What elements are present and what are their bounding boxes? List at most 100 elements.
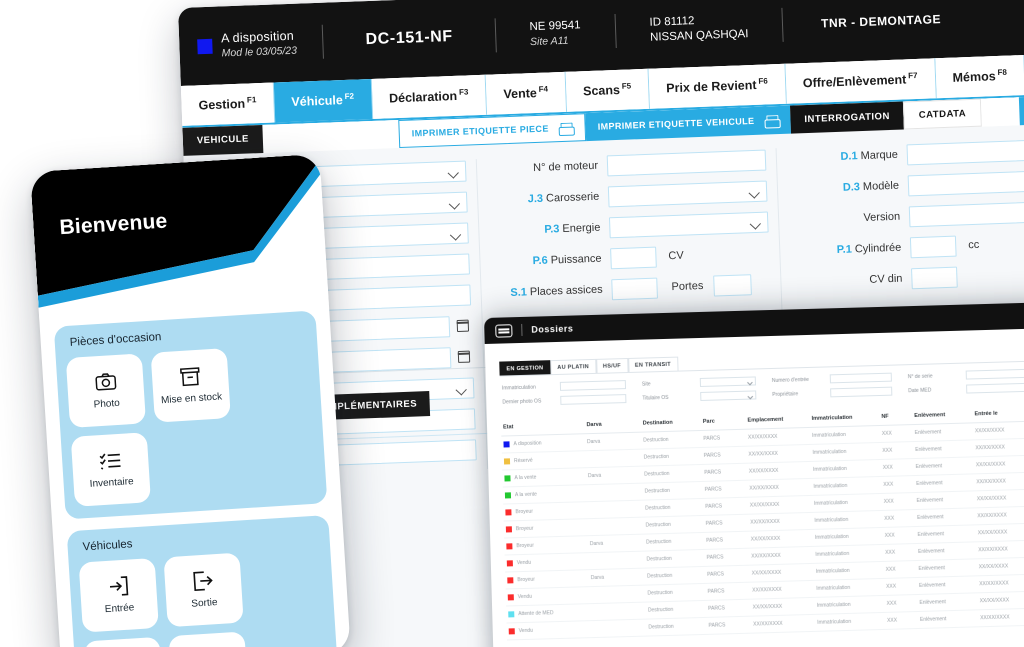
tab-gestion[interactable]: GestionF1 — [180, 82, 276, 127]
tab-scans[interactable]: ScansF5 — [565, 68, 650, 112]
field-input[interactable] — [606, 149, 767, 177]
column-header[interactable]: NF — [881, 413, 914, 420]
filter-label: Date MED — [908, 387, 932, 394]
field-label: Version — [789, 211, 909, 227]
status-color-swatch — [506, 543, 513, 550]
status-label: A disposition — [513, 440, 542, 448]
section-tab-vehicule[interactable]: VEHICULE — [182, 125, 264, 157]
table-cell: XX/XX/XXXX — [976, 495, 1007, 503]
tab-vente[interactable]: VenteF4 — [485, 71, 567, 115]
filter-input[interactable] — [700, 390, 757, 401]
mobile-action-photo[interactable]: Photo — [65, 353, 147, 428]
status-color-swatch — [508, 628, 515, 635]
table-cell: Darva — [590, 574, 605, 582]
table-cell: Immatriculation — [817, 618, 852, 626]
tab-v-hicule[interactable]: VéhiculeF2 — [273, 78, 373, 123]
field-input[interactable] — [611, 277, 658, 300]
field-input[interactable] — [906, 138, 1024, 166]
column-header[interactable]: Destination — [643, 419, 703, 427]
tab-d-claration[interactable]: DéclarationF3 — [371, 74, 488, 120]
status-label: Broyeur — [515, 525, 534, 533]
interrogation-button[interactable]: INTERROGATION — [789, 101, 905, 134]
filter-input[interactable] — [560, 394, 627, 405]
catdata-button[interactable]: CATDATA — [903, 98, 982, 130]
column-header[interactable]: Darva — [586, 421, 642, 428]
field-input[interactable] — [316, 222, 469, 249]
mobile-action-vo[interactable]: VO — [83, 636, 164, 647]
column-header[interactable]: Parc — [703, 418, 748, 425]
mobile-action-inventaire[interactable]: Inventaire — [70, 432, 151, 507]
column-header[interactable]: Enlèvement — [914, 411, 974, 419]
filter-input[interactable] — [699, 376, 756, 387]
field-input[interactable] — [324, 439, 477, 466]
table-cell: XX/XX/XXXX — [977, 529, 1008, 537]
filter-group: Titulaire OS — [642, 390, 757, 402]
column-header[interactable]: Emplacement — [747, 416, 811, 424]
field-input[interactable] — [317, 253, 470, 280]
status-modified: Mod le 03/05/23 — [221, 44, 298, 60]
field-input[interactable] — [907, 169, 1024, 197]
table-cell: PARCS — [703, 452, 721, 459]
filter-input[interactable] — [965, 368, 1024, 380]
table-cell: Enlèvement — [919, 599, 947, 606]
field-input[interactable] — [610, 246, 657, 269]
field-input[interactable] — [607, 180, 768, 208]
field-input[interactable] — [313, 160, 467, 187]
field-input[interactable] — [908, 200, 1024, 227]
table-cell: PARCS — [708, 605, 726, 612]
field-input[interactable] — [315, 191, 468, 218]
calendar-icon[interactable] — [457, 350, 471, 364]
table-cell: Immatriculation — [812, 448, 847, 456]
filter-input[interactable] — [559, 380, 627, 391]
column-header[interactable]: Entrée le — [974, 410, 1024, 418]
tab-offre-enl-vement[interactable]: Offre/EnlèvementF7 — [785, 58, 937, 104]
print-part-label-text: IMPRIMER ETIQUETTE PIECE — [411, 123, 549, 139]
field-input[interactable] — [909, 235, 957, 258]
table-cell: Immatriculation — [813, 499, 848, 507]
aaa-button[interactable]: AAA — [1018, 95, 1024, 126]
tab-label: Scans — [582, 83, 621, 99]
status-label: Broyeur — [515, 508, 534, 516]
tab-prix-de-revient[interactable]: Prix de RevientF6 — [648, 63, 787, 109]
field-label: S.1 Places assices — [491, 283, 611, 299]
mobile-action-label: Sortie — [191, 597, 218, 610]
field-input[interactable] — [712, 273, 752, 297]
mobile-action-parc[interactable]: Parc — [168, 631, 249, 647]
mobile-sections: Pièces d'occasion Photo Mise en stock Inven… — [40, 309, 351, 647]
mobile-action-mise-en-stock[interactable]: Mise en stock — [150, 348, 231, 423]
field-sublabel: Portes — [671, 280, 704, 294]
table-cell: XXX — [886, 600, 897, 607]
field-input[interactable] — [318, 284, 472, 311]
dossiers-tab-en-gestion[interactable]: EN GESTION — [499, 360, 551, 376]
table-cell: XXX — [883, 498, 894, 505]
column-header[interactable]: Immatriculation — [811, 414, 881, 422]
table-cell: Enlèvement — [915, 446, 942, 454]
dossiers-tab-au-platin[interactable]: AU PLATIN — [550, 358, 597, 375]
tab-label: Prix de Revient — [665, 78, 757, 96]
field-input[interactable] — [608, 211, 769, 238]
filter-input[interactable] — [830, 386, 893, 398]
mobile-action-sortie[interactable]: Sortie — [163, 552, 244, 628]
status-color-swatch — [507, 594, 514, 601]
table-cell: PARCS — [708, 622, 726, 629]
calendar-icon[interactable] — [456, 319, 470, 333]
tab-m-mos[interactable]: MémosF8 — [934, 55, 1024, 99]
status-color-swatch — [505, 526, 512, 533]
status-color-swatch — [505, 509, 512, 516]
filter-input[interactable] — [829, 372, 892, 384]
field-input[interactable] — [319, 315, 451, 342]
mobile-action-label: Photo — [93, 398, 121, 411]
table-cell: Destruction — [643, 453, 670, 461]
dossiers-tab-hs-uf[interactable]: HS/UF — [595, 358, 629, 373]
vehicle-model: NISSAN QASHQAI — [649, 27, 749, 44]
mobile-welcome-card: Bienvenue Pièces d'occasion Photo Mise en … — [30, 153, 351, 647]
form-row: P.1 Cylindrée cc — [790, 231, 1024, 263]
filter-input[interactable] — [966, 382, 1024, 394]
mobile-action-entr-e[interactable]: Entrée — [78, 557, 159, 633]
mobile-action-label: Mise en stock — [160, 391, 223, 407]
field-code: D.1 — [840, 150, 858, 163]
table-cell: XXX — [885, 566, 896, 573]
field-input[interactable] — [911, 266, 958, 289]
column-header[interactable]: Etat — [503, 422, 587, 430]
dossiers-tab-en-transit[interactable]: EN TRANSIT — [627, 356, 679, 372]
